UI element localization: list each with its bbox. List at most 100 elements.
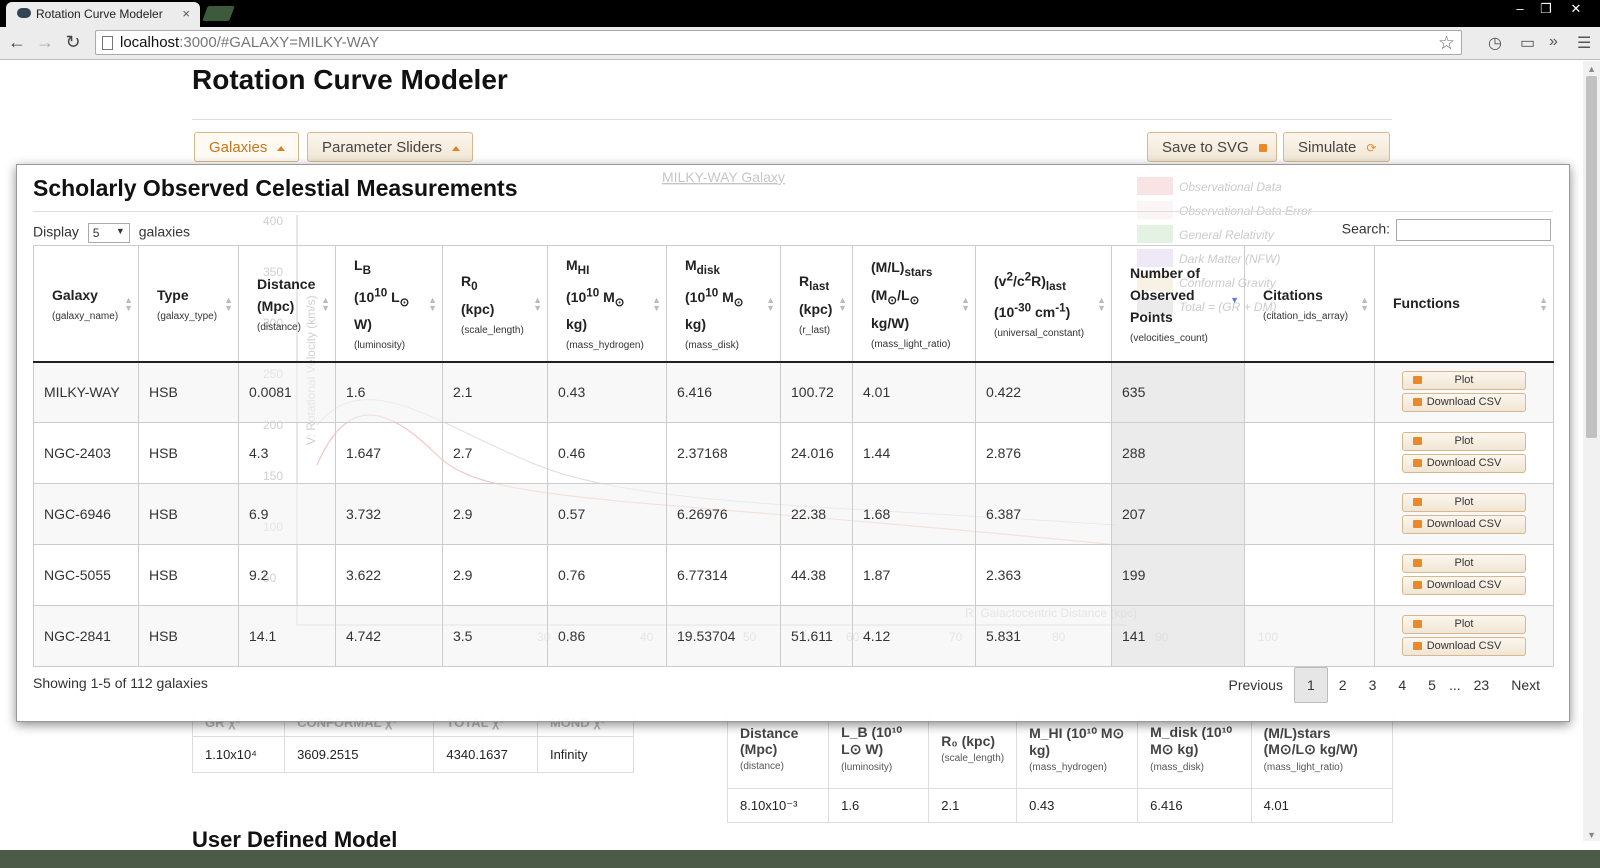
search-input[interactable] <box>1396 219 1551 241</box>
pager-page-1[interactable]: 1 <box>1293 667 1328 703</box>
table-cell <box>1244 544 1375 606</box>
download-csv-button[interactable]: Download CSV <box>1402 515 1526 534</box>
param-header-field: (scale_length) <box>941 753 1005 764</box>
table-row[interactable]: MILKY-WAY HSB 0.0081 1.6 2.1 0.43 6.416 100.72 4… <box>33 361 1554 423</box>
download-csv-button[interactable]: Download CSV <box>1402 576 1526 595</box>
new-tab-button[interactable] <box>202 6 235 21</box>
pager-page-5[interactable]: 5 <box>1417 670 1447 700</box>
column-header-luminosity[interactable]: LB (1010 L⊙ W) (luminosity) ▲ ▼ <box>335 245 443 363</box>
table-cell: 2.876 <box>975 422 1112 484</box>
forward-arrow-icon[interactable]: → <box>34 31 56 53</box>
column-header-mass-hydrogen[interactable]: MHI (1010 M⊙ kg) (mass_hydrogen) ▲ ▼ <box>547 245 667 363</box>
galaxies-button[interactable]: Galaxies <box>194 132 299 162</box>
table-cell: 2.9 <box>442 483 548 545</box>
pager-page-last[interactable]: 23 <box>1463 670 1501 700</box>
legend-label: General Relativity <box>1179 228 1275 242</box>
table-header-row: Galaxy (galaxy_name) ▲ ▼ Type (galaxy_type) ▲… <box>33 245 1554 363</box>
column-header-type[interactable]: Type (galaxy_type) ▲ ▼ <box>138 245 239 363</box>
sort-icon: ▲ ▼ <box>1097 295 1106 313</box>
column-label: R0 (kpc) <box>461 272 495 317</box>
column-header-mass-light-ratio[interactable]: (M/L)stars (M⊙/L⊙ kg/W) (mass_light_ratio) ▲… <box>852 245 976 363</box>
column-header-galaxy[interactable]: Galaxy (galaxy_name) ▲ ▼ <box>33 245 139 363</box>
table-cell: 1.44 <box>852 422 976 484</box>
legend-swatch <box>1137 201 1173 219</box>
legend-swatch <box>1137 225 1173 243</box>
param-value: 4.01 <box>1250 788 1394 823</box>
table-row[interactable]: NGC-5055 HSB 9.2 3.622 2.9 0.76 6.77314 44.38 1.… <box>33 544 1554 606</box>
param-header-label: (M/L)stars (M⊙/L⊙ kg/W) <box>1263 724 1358 757</box>
pager-previous[interactable]: Previous <box>1218 670 1294 700</box>
pager-page-2[interactable]: 2 <box>1328 670 1358 700</box>
column-header-velocities-count[interactable]: Number of Observed Points (velocities_count… <box>1111 245 1245 363</box>
search-label: Search: <box>1341 220 1390 237</box>
extensions-chevron-icon[interactable]: » <box>1549 33 1558 51</box>
parameter-sliders-button[interactable]: Parameter Sliders <box>307 132 473 162</box>
table-cell: 2.7 <box>442 422 548 484</box>
pager-next[interactable]: Next <box>1500 670 1551 700</box>
simulate-button[interactable]: Simulate ⟳ <box>1283 132 1390 162</box>
column-header-scale-length[interactable]: R0 (kpc) (scale_length) ▲ ▼ <box>442 245 548 363</box>
display-count-select[interactable]: 5 ▼ <box>87 223 130 243</box>
column-field: (scale_length) <box>461 324 524 336</box>
pager-page-4[interactable]: 4 <box>1387 670 1417 700</box>
scroll-down-icon[interactable]: ▼ <box>1587 830 1596 840</box>
history-clock-icon[interactable]: ◷ <box>1488 33 1502 53</box>
table-cell: 6.26976 <box>666 483 781 545</box>
tab-close-icon[interactable]: × <box>182 6 190 21</box>
address-bar[interactable]: localhost:3000/#GALAXY=MILKY-WAY ☆ <box>95 30 1462 55</box>
table-cell: 4.01 <box>852 361 976 423</box>
browser-tab[interactable]: Rotation Curve Modeler × <box>6 2 200 27</box>
chart-y-tick: 400 <box>263 214 283 228</box>
plot-button[interactable]: Plot <box>1402 432 1526 451</box>
cast-icon[interactable]: ▭ <box>1520 33 1535 53</box>
column-header-citations[interactable]: Citations (citation_ids_array) ▲ ▼ <box>1244 245 1375 363</box>
bookmark-star-icon[interactable]: ☆ <box>1438 32 1455 55</box>
pager-page-3[interactable]: 3 <box>1358 670 1388 700</box>
back-arrow-icon[interactable]: ← <box>6 31 28 53</box>
param-header-field: (luminosity) <box>841 762 893 773</box>
restore-button[interactable]: ❐ <box>1534 0 1558 17</box>
param-header-label: M_disk (10¹⁰ M⊙ kg) <box>1150 724 1232 757</box>
save-button-label: Save to SVG <box>1162 139 1249 156</box>
save-svg-button[interactable]: Save to SVG <box>1147 132 1277 162</box>
close-window-button[interactable]: ✕ <box>1564 0 1588 17</box>
column-header-distance[interactable]: Distance (Mpc) (distance) ▲ ▼ <box>238 245 336 363</box>
param-header-label: M_HI (10¹⁰ M⊙ kg) <box>1029 724 1125 758</box>
minimize-button[interactable]: – <box>1508 0 1532 17</box>
table-cell: 19.53704 <box>666 605 781 667</box>
functions-cell: Plot Download CSV <box>1374 361 1554 423</box>
table-cell: HSB <box>138 483 239 545</box>
scroll-up-icon[interactable]: ▲ <box>1587 64 1596 74</box>
column-header-mass-disk[interactable]: Mdisk (1010 M⊙ kg) (mass_disk) ▲ ▼ <box>666 245 781 363</box>
plot-button-label: Plot <box>1454 374 1474 387</box>
table-cell: 141 <box>1111 605 1245 667</box>
plot-button[interactable]: Plot <box>1402 615 1526 634</box>
download-csv-button[interactable]: Download CSV <box>1402 637 1526 656</box>
download-csv-button[interactable]: Download CSV <box>1402 393 1526 413</box>
table-cell: 4.3 <box>238 422 336 484</box>
download-csv-button[interactable]: Download CSV <box>1402 454 1526 473</box>
column-header-functions[interactable]: Functions ▲ ▼ <box>1374 245 1554 363</box>
table-cell: 6.9 <box>238 483 336 545</box>
param-value: 6.416 <box>1137 788 1252 823</box>
plot-button[interactable]: Plot <box>1402 493 1526 512</box>
plot-button[interactable]: Plot <box>1402 554 1526 573</box>
table-row[interactable]: NGC-2841 HSB 14.1 4.742 3.5 0.86 19.53704 51.61… <box>33 605 1554 667</box>
functions-cell: Plot Download CSV <box>1374 422 1554 484</box>
column-field: (luminosity) <box>354 340 406 352</box>
column-header-universal-constant[interactable]: (v2/c2R)last (10-30 cm-1) (universal_const… <box>975 245 1112 363</box>
simulate-button-label: Simulate <box>1298 139 1357 156</box>
menu-hamburger-icon[interactable]: ☰ <box>1577 33 1591 53</box>
column-header-r-last[interactable]: Rlast (kpc) (r_last) ▲ ▼ <box>780 245 853 363</box>
plot-button[interactable]: Plot <box>1402 371 1526 391</box>
galaxies-button-label: Galaxies <box>209 139 268 156</box>
param-header-field: (distance) <box>740 761 784 772</box>
download-icon <box>1413 520 1422 528</box>
page-scrollbar-thumb[interactable] <box>1586 76 1597 438</box>
table-cell: 207 <box>1111 483 1245 545</box>
reload-icon[interactable]: ↻ <box>62 31 84 53</box>
column-field: (galaxy_name) <box>52 310 119 322</box>
table-row[interactable]: NGC-2403 HSB 4.3 1.647 2.7 0.46 2.37168 24.016 1… <box>33 422 1554 484</box>
table-cell: 0.76 <box>547 544 667 606</box>
table-row[interactable]: NGC-6946 HSB 6.9 3.732 2.9 0.57 6.26976 22.38 1.… <box>33 483 1554 545</box>
